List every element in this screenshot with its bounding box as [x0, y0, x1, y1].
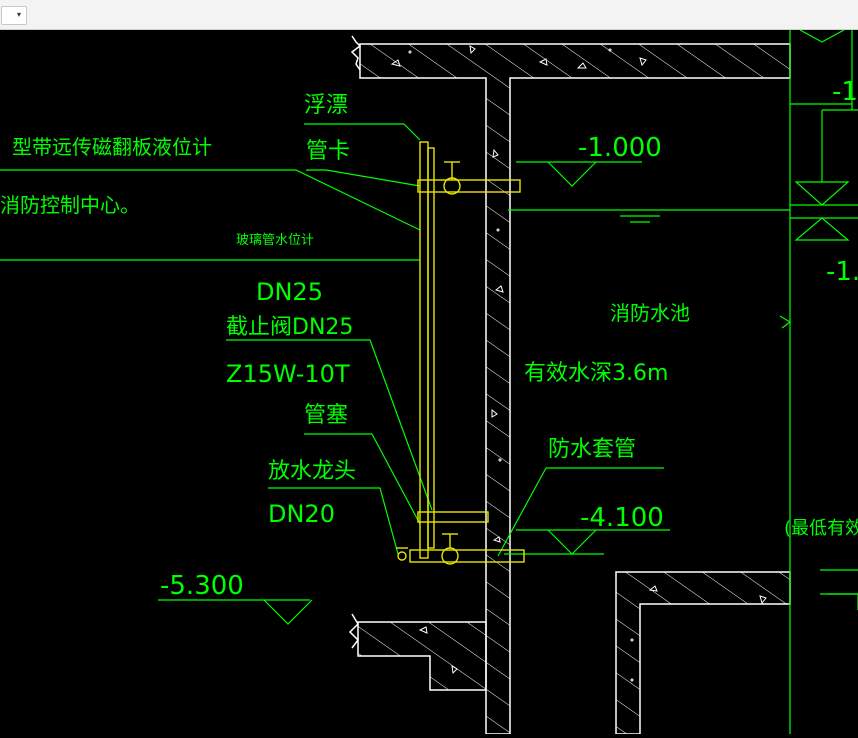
label-stop-valve: 截止阀DN25	[226, 315, 353, 340]
level-right-mid: -1.	[826, 257, 858, 287]
level-bottom-water: -4.100	[580, 503, 664, 533]
cad-canvas[interactable]: 浮漂 管卡 型带远传磁翻板液位计 消防控制中心。 玻璃管水位计 DN25 截止阀…	[0, 29, 858, 735]
label-pipe-plug: 管塞	[304, 403, 348, 428]
toolbar: ▾	[0, 0, 858, 30]
level-top: -1.000	[578, 133, 662, 163]
label-glass-gauge: 玻璃管水位计	[236, 233, 314, 248]
label-fire-control-center: 消防控制中心。	[0, 193, 140, 217]
right-equipment	[779, 29, 858, 734]
label-effective-depth: 有效水深3.6m	[524, 361, 668, 386]
level-top-right: -1	[832, 77, 858, 107]
label-magnetic-gauge: 型带远传磁翻板液位计	[12, 135, 212, 159]
label-min-effective: (最低有效水	[784, 518, 858, 539]
label-dn25: DN25	[256, 278, 323, 306]
layer-dropdown[interactable]: ▾	[1, 6, 27, 25]
label-valve-model: Z15W-10T	[226, 360, 350, 388]
label-drain-tap: 放水龙头	[268, 459, 356, 484]
drawing-svg: 浮漂 管卡 型带远传磁翻板液位计 消防控制中心。 玻璃管水位计 DN25 截止阀…	[0, 29, 858, 735]
level-floor: -5.300	[160, 571, 244, 601]
chevron-down-icon: ▾	[16, 10, 21, 19]
label-pipe-clamp: 管卡	[306, 139, 350, 164]
label-floating-ball: 浮漂	[304, 93, 348, 118]
label-dn20: DN20	[268, 500, 335, 528]
label-waterproof-sleeve: 防水套管	[548, 437, 636, 462]
label-fire-pool: 消防水池	[610, 301, 690, 325]
